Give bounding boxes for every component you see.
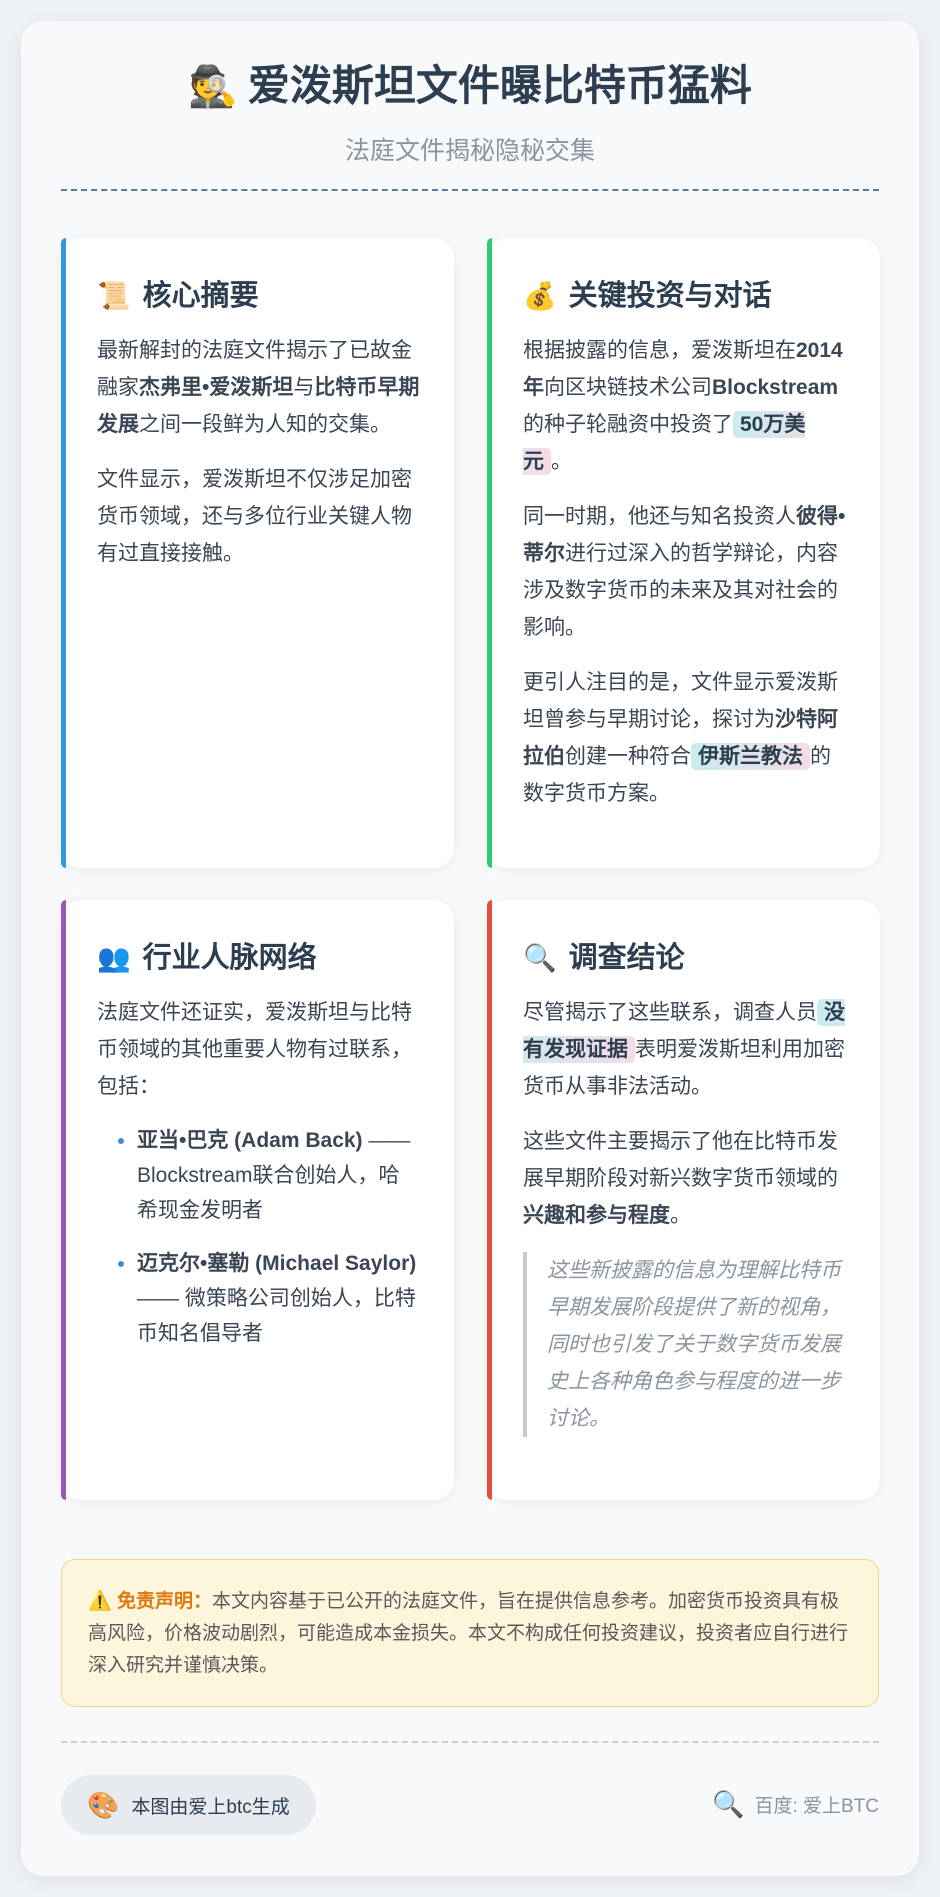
text: 创建一种符合 [565,745,691,768]
network-card-title-text: 行业人脉网络 [142,942,317,974]
conclusion-card: 🔍 调查结论 尽管揭示了这些联系，调查人员 没有发现证据 表明爱泼斯坦利用加密货币从事… [487,900,880,1500]
conclusion-card-title-text: 调查结论 [568,942,685,974]
conclusion-paragraph-1: 尽管揭示了这些联系，调查人员 没有发现证据 表明爱泼斯坦利用加密货币从事非法活动。 [523,994,846,1105]
text: 之间一段鲜为人知的交集。 [139,413,391,436]
people-icon: 👥 [97,943,131,973]
network-intro: 法庭文件还证实，爱泼斯坦与比特币领域的其他重要人物有过联系，包括： [97,1001,412,1098]
network-list: 亚当•巴克 (Adam Back) —— Blockstream联合创始人，哈希… [97,1123,420,1351]
list-item: 亚当•巴克 (Adam Back) —— Blockstream联合创始人，哈希… [137,1123,420,1228]
credit-text: 本图由爱上btc生成 [131,1796,290,1818]
text: 的种子轮融资中投资了 [523,413,733,436]
source-text: 百度: 爱上BTC [754,1796,879,1817]
page-title: 🕵️ 爱泼斯坦文件曝比特币猛料 [21,61,919,111]
investment-paragraph-1: 根据披露的信息，爱泼斯坦在2014年向区块链技术公司Blockstream的种子… [523,332,846,480]
header: 🕵️ 爱泼斯坦文件曝比特币猛料 法庭文件揭秘隐秘交集 [21,21,919,167]
disclaimer-label: 免责声明： [116,1591,212,1612]
investment-card: 💰 关键投资与对话 根据披露的信息，爱泼斯坦在2014年向区块链技术公司Block… [487,238,880,868]
conclusion-paragraph-2: 这些文件主要揭示了他在比特币发展早期阶段对新兴数字货币领域的兴趣和参与程度。 [523,1123,846,1234]
investment-paragraph-3: 更引人注目的是，文件显示爱泼斯坦曾参与早期讨论，探讨为沙特阿拉伯创建一种符合 伊斯… [523,664,846,812]
person-name: 亚当•巴克 (Adam Back) [137,1129,363,1152]
investment-card-title-text: 关键投资与对话 [568,280,772,312]
bold-text: 杰弗里•爱泼斯坦 [139,376,294,399]
network-card-title: 👥 行业人脉网络 [97,934,420,976]
list-item: 迈克尔•塞勒 (Michael Saylor) —— 微策略公司创始人，比特币知… [137,1246,420,1351]
text: 。 [670,1204,691,1227]
bold-text: 兴趣和参与程度 [523,1204,670,1227]
investment-paragraph-2: 同一时期，他还与知名投资人彼得•蒂尔进行过深入的哲学辩论，内容涉及数字货币的未来… [523,498,846,646]
palette-icon: 🎨 [87,1789,120,1820]
detective-icon: 🕵️ [188,65,238,109]
bold-text: Blockstream [712,376,839,399]
summary-card-title: 📜 核心摘要 [97,272,420,314]
source-note: 🔍 百度: 爱上BTC [712,1789,879,1820]
text: 。 [551,450,572,473]
conclusion-quote: 这些新披露的信息为理解比特币早期发展阶段提供了新的视角，同时也引发了关于数字货币… [523,1252,846,1437]
person-desc: —— 微策略公司创始人，比特币知名倡导者 [137,1287,416,1345]
person-name: 迈克尔•塞勒 (Michael Saylor) [137,1252,417,1275]
credit-badge: 🎨 本图由爱上btc生成 [61,1775,316,1835]
text: 进行过深入的哲学辩论，内容涉及数字货币的未来及其对社会的影响。 [523,542,838,639]
text: 与 [293,376,315,399]
summary-paragraph-1: 最新解封的法庭文件揭示了已故金融家杰弗里•爱泼斯坦与比特币早期发展之间一段鲜为人… [97,332,420,443]
text: 这些文件主要揭示了他在比特币发展早期阶段对新兴数字货币领域的 [523,1130,838,1190]
summary-paragraph-2: 文件显示，爱泼斯坦不仅涉足加密货币领域，还与多位行业关键人物有过直接接触。 [97,468,412,565]
page-subtitle: 法庭文件揭秘隐秘交集 [344,137,595,166]
money-bag-icon: 💰 [523,281,557,311]
footer-divider [61,1741,879,1743]
page-container: 🕵️ 爱泼斯坦文件曝比特币猛料 法庭文件揭秘隐秘交集 📜 核心摘要 最新解封的法庭文… [21,21,919,1876]
text: 根据披露的信息，爱泼斯坦在 [523,339,796,362]
conclusion-card-title: 🔍 调查结论 [523,934,846,976]
text: 同一时期，他还与知名投资人 [523,505,796,528]
highlight-sharia: 伊斯兰教法 [691,743,810,770]
summary-card: 📜 核心摘要 最新解封的法庭文件揭示了已故金融家杰弗里•爱泼斯坦与比特币早期发展之… [61,238,454,868]
text: 向区块链技术公司 [544,376,712,399]
magnifier-icon: 🔍 [523,943,557,973]
warning-icon: ⚠️ [88,1591,112,1612]
page-title-text: 爱泼斯坦文件曝比特币猛料 [247,62,752,109]
investment-card-title: 💰 关键投资与对话 [523,272,846,314]
scroll-icon: 📜 [97,281,131,311]
network-card: 👥 行业人脉网络 法庭文件还证实，爱泼斯坦与比特币领域的其他重要人物有过联系，包括… [61,900,454,1500]
header-divider [61,189,879,191]
text: 尽管揭示了这些联系，调查人员 [523,1001,817,1024]
search-icon: 🔍 [712,1789,745,1819]
disclaimer-box: ⚠️ 免责声明：本文内容基于已公开的法庭文件，旨在提供信息参考。加密货币投资具有… [61,1559,879,1707]
summary-card-title-text: 核心摘要 [142,280,259,312]
